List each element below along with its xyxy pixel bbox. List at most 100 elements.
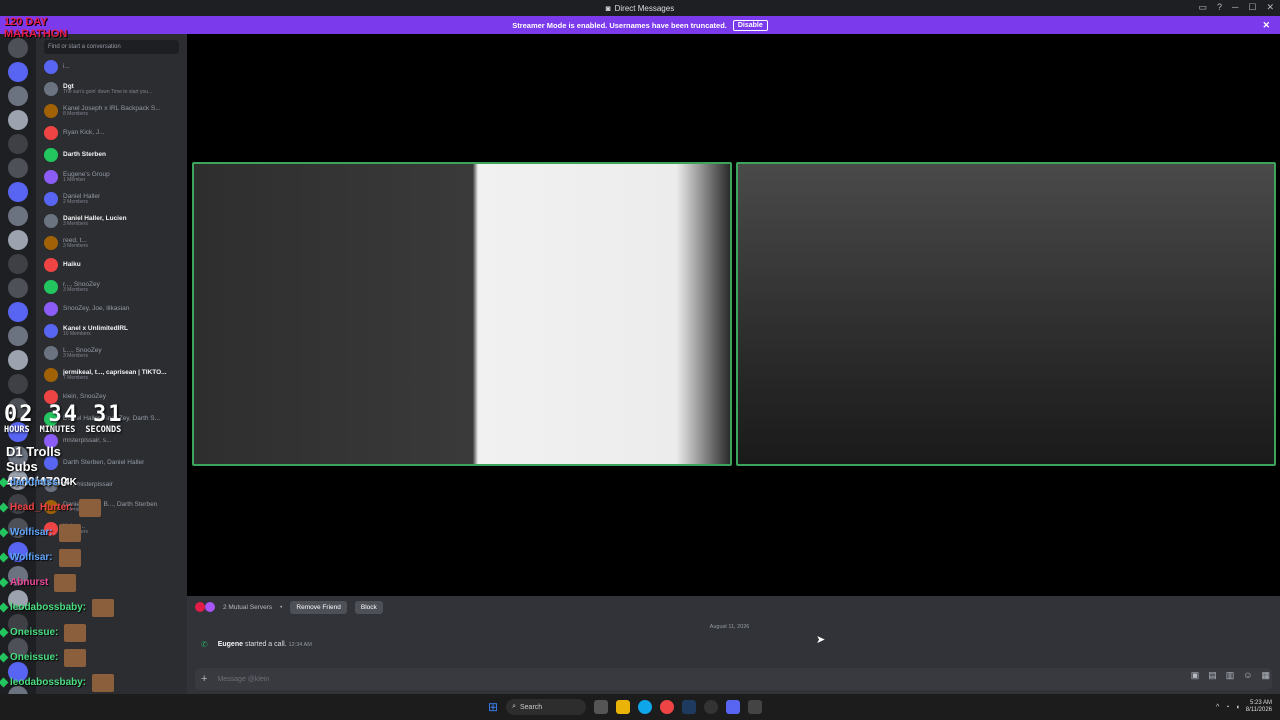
server-icon[interactable]	[8, 422, 28, 442]
server-icon[interactable]	[8, 134, 28, 154]
close-button[interactable]: ✕	[1266, 2, 1274, 13]
server-icon[interactable]	[8, 326, 28, 346]
server-icon[interactable]	[8, 566, 28, 586]
dm-item[interactable]: klein, SnooZey	[36, 386, 187, 408]
discord-taskbar-icon[interactable]	[726, 700, 741, 714]
dm-item[interactable]: Kaker... 7 Members	[36, 518, 187, 540]
maximize-button[interactable]: ☐	[1248, 2, 1256, 13]
video-tile-left[interactable]	[192, 162, 732, 466]
clock-date: 8/11/2026	[1245, 707, 1272, 713]
dm-item[interactable]: reed, t... 3 Members	[36, 232, 187, 254]
dm-search-input[interactable]: Find or start a conversation	[44, 40, 179, 54]
dm-name: SnooZey, Joe, lilkasian	[63, 305, 130, 313]
dm-item[interactable]: Daniel Haller 2 Members	[36, 188, 187, 210]
avatar	[44, 324, 58, 338]
avatar	[44, 192, 58, 206]
dm-item[interactable]: misterpissair, s...	[36, 430, 187, 452]
dm-item[interactable]: r..., SnooZey 3 Members	[36, 276, 187, 298]
server-icon[interactable]	[8, 590, 28, 610]
dm-sidebar: Find or start a conversation i... Dgt The …	[36, 34, 187, 694]
server-icon[interactable]	[8, 110, 28, 130]
windows-start-icon[interactable]: ⊞	[488, 700, 498, 714]
server-icon[interactable]	[8, 638, 28, 658]
inbox-icon[interactable]: ▭	[1198, 2, 1207, 13]
dm-name: klein, SnooZey	[63, 393, 106, 401]
dm-item[interactable]: B..., misterpissair	[36, 474, 187, 496]
task-view-icon[interactable]	[594, 700, 609, 714]
sticker-icon[interactable]: ▥	[1226, 670, 1235, 681]
server-icon[interactable]	[8, 374, 28, 394]
dm-item[interactable]: Daniel Haller, B..., Darth Sterben 4 Memb…	[36, 496, 187, 518]
server-icon[interactable]	[8, 254, 28, 274]
obs-icon[interactable]	[704, 700, 719, 714]
avatar	[44, 346, 58, 360]
dm-item[interactable]: Kanel x UnlimitedIRL 10 Members	[36, 320, 187, 342]
dm-name: Darth Sterben, Daniel Haller	[63, 459, 145, 467]
server-icon[interactable]	[8, 230, 28, 250]
server-icon[interactable]	[8, 542, 28, 562]
server-icon[interactable]	[8, 86, 28, 106]
volume-icon[interactable]: ◖	[1236, 704, 1240, 711]
dm-item[interactable]: Kanel Joseph x IRL Backpack S... 8 Member…	[36, 100, 187, 122]
server-icon[interactable]	[8, 518, 28, 538]
dm-item[interactable]: Haiku	[36, 254, 187, 276]
dm-item[interactable]: Dgt The sun's goin' down Time to start yo…	[36, 78, 187, 100]
dm-item[interactable]: Daniel Haller, SnooZey, Darth S...	[36, 408, 187, 430]
server-icon[interactable]	[8, 62, 28, 82]
app-taskbar-icon[interactable]	[748, 700, 763, 714]
dm-item[interactable]: Ryan Kick, J...	[36, 122, 187, 144]
emoji-icon[interactable]: ☺	[1243, 670, 1252, 681]
dm-item[interactable]: Darth Sterben, Daniel Haller	[36, 452, 187, 474]
server-icon[interactable]	[8, 398, 28, 418]
call-user[interactable]: Eugene	[218, 641, 243, 648]
block-button[interactable]: Block	[354, 600, 383, 614]
taskbar-clock[interactable]: 5:23 AM 8/11/2026	[1246, 700, 1272, 714]
dm-item[interactable]: jermikeal, t..., caprisean | TIKTO... 7 M…	[36, 364, 187, 386]
dm-item[interactable]: i...	[36, 56, 187, 78]
profile-actions-bar: 2 Mutual Servers • Remove Friend Block	[187, 596, 1280, 618]
server-icon[interactable]	[8, 494, 28, 514]
mouse-cursor-icon: ➤	[816, 634, 826, 646]
discord-icon: ◙	[605, 3, 611, 13]
disable-streamer-mode-button[interactable]: Disable	[732, 19, 768, 31]
server-icon[interactable]	[8, 182, 28, 202]
dismiss-banner-icon[interactable]: ✕	[1262, 20, 1270, 31]
server-icon[interactable]	[8, 662, 28, 682]
dm-subtitle: 3 Members	[63, 286, 89, 293]
server-icon[interactable]	[8, 302, 28, 322]
dm-item[interactable]: Daniel Haller, Lucien 3 Members	[36, 210, 187, 232]
dm-item[interactable]: Eugene's Group 1 Member	[36, 166, 187, 188]
server-icon[interactable]	[8, 206, 28, 226]
gif-icon[interactable]: ▤	[1208, 670, 1217, 681]
chrome-icon[interactable]	[660, 700, 675, 714]
attach-plus-icon[interactable]: +	[201, 673, 207, 685]
dm-subtitle: 3 Members	[63, 220, 89, 227]
server-icon[interactable]	[8, 446, 28, 466]
server-icon[interactable]	[8, 158, 28, 178]
dm-subtitle: 10 Members	[63, 330, 91, 337]
gift-icon[interactable]: ▣	[1191, 670, 1200, 681]
remove-friend-button[interactable]: Remove Friend	[290, 600, 347, 614]
steam-icon[interactable]	[682, 700, 697, 714]
server-icon[interactable]	[8, 470, 28, 490]
composer-icons: ▣ ▤ ▥ ☺ ▦	[1191, 670, 1270, 681]
server-icon[interactable]	[8, 614, 28, 634]
server-icon[interactable]	[8, 278, 28, 298]
dm-item[interactable]: SnooZey, Joe, lilkasian	[36, 298, 187, 320]
apps-icon[interactable]: ▦	[1261, 670, 1270, 681]
message-input[interactable]: + Message @klein	[195, 668, 1272, 690]
taskbar-search[interactable]: ⌕ Search	[506, 699, 587, 715]
mutual-servers-link[interactable]: 2 Mutual Servers	[223, 604, 272, 611]
help-icon[interactable]: ?	[1217, 2, 1222, 13]
minimize-button[interactable]: ─	[1232, 2, 1238, 13]
taskbar: ⊞ ⌕ Search ^ ◔ ◖ 5:23 AM 8/11/2026	[0, 694, 1280, 720]
video-tile-right[interactable]	[736, 162, 1276, 466]
edge-icon[interactable]	[638, 700, 653, 714]
wifi-icon[interactable]: ◔	[1225, 704, 1229, 711]
dm-item[interactable]: Darth Sterben	[36, 144, 187, 166]
file-explorer-icon[interactable]	[616, 700, 631, 714]
server-icon[interactable]	[8, 38, 28, 58]
tray-chevron-icon[interactable]: ^	[1216, 704, 1219, 711]
dm-item[interactable]: L..., SnooZey 3 Members	[36, 342, 187, 364]
server-icon[interactable]	[8, 350, 28, 370]
